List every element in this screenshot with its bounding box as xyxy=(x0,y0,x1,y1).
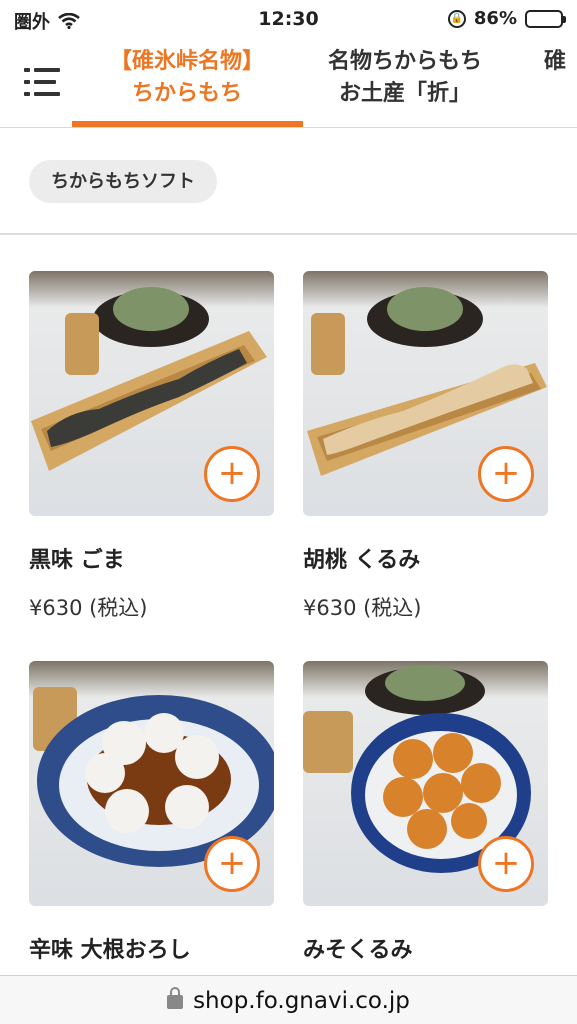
battery-icon xyxy=(525,9,566,28)
subcategory-chip-row: ちからもちソフト xyxy=(0,129,577,235)
add-to-cart-button[interactable]: + xyxy=(204,836,260,892)
product-price: ¥630 (税込) xyxy=(29,596,148,620)
product-image-miso-kurumi[interactable]: + xyxy=(303,661,548,906)
status-right: 🔒 86% xyxy=(447,8,566,29)
product-price: ¥630 (税込) xyxy=(303,596,422,620)
add-to-cart-button[interactable]: + xyxy=(478,836,534,892)
battery-percent: 86% xyxy=(473,8,517,29)
browser-url-bar[interactable]: shop.fo.gnavi.co.jp xyxy=(0,975,577,1024)
product-image-goma[interactable]: + xyxy=(29,271,274,516)
chip-chikaramochi-soft[interactable]: ちからもちソフト xyxy=(29,160,217,203)
product-image-kurumi[interactable]: + xyxy=(303,271,548,516)
product-name[interactable]: みそくるみ xyxy=(303,932,548,964)
active-tab-indicator xyxy=(72,121,303,127)
add-to-cart-button[interactable]: + xyxy=(478,446,534,502)
lock-icon xyxy=(167,987,184,1009)
status-bar: 圏外 12:30 🔒 86% xyxy=(0,0,577,40)
tab-chikaramochi-souvenir-box[interactable]: 名物ちからもち お土産「折」 xyxy=(305,46,505,110)
product-name[interactable]: 胡桃 くるみ xyxy=(303,542,548,574)
product-name[interactable]: 黒味 ごま xyxy=(29,542,274,574)
category-tab-bar: 【碓氷峠名物】 ちからもち 名物ちからもち お土産「折」 碓 xyxy=(0,40,577,128)
orientation-lock-icon: 🔒 xyxy=(447,9,466,28)
product-card-kurumi[interactable]: + 胡桃 くるみ ¥630 (税込) xyxy=(303,271,548,622)
product-name[interactable]: 辛味 大根おろし xyxy=(29,932,274,964)
url-text: shop.fo.gnavi.co.jp xyxy=(193,988,410,1014)
product-image-daikon-oroshi[interactable]: + xyxy=(29,661,274,906)
menu-list-icon[interactable] xyxy=(24,64,60,100)
product-card-miso-kurumi[interactable]: + みそくるみ xyxy=(303,661,548,964)
product-card-goma[interactable]: + 黒味 ごま ¥630 (税込) xyxy=(29,271,274,622)
product-card-daikon-oroshi[interactable]: + 辛味 大根おろし xyxy=(29,661,274,964)
tab-usui-pass-chikaramochi[interactable]: 【碓氷峠名物】 ちからもち xyxy=(72,46,302,110)
tab-partial-next[interactable]: 碓 xyxy=(544,46,577,78)
add-to-cart-button[interactable]: + xyxy=(204,446,260,502)
